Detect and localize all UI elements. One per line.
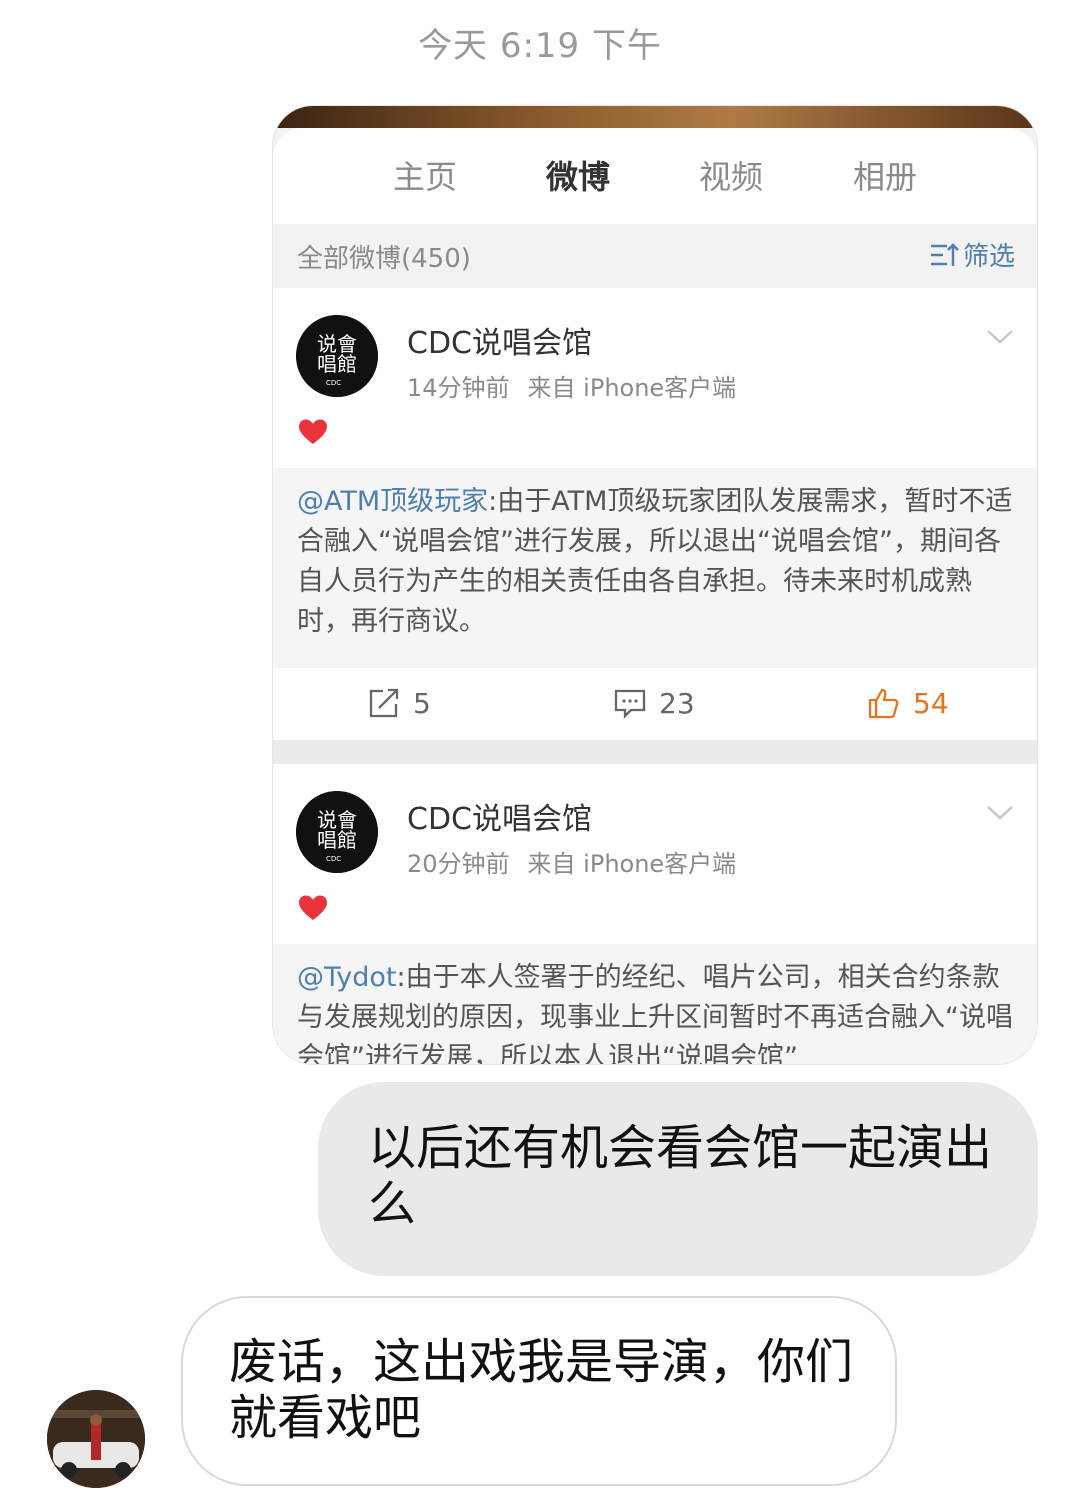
like-button[interactable]: 54 [867,686,949,720]
comment-button[interactable]: 23 [613,686,695,720]
outgoing-message-bubble[interactable]: 以后还有机会看会馆一起演出么 [318,1082,1038,1276]
repost-button[interactable]: 5 [367,686,431,720]
shared-screenshot[interactable]: 主页 微博 视频 相册 全部微博(450) 筛选 说會 唱館 CDC CDC说唱… [273,106,1037,1064]
author-avatar[interactable]: 说會 唱館 CDC [296,315,378,397]
filter-icon [930,242,959,266]
post-source: 来自 iPhone客户端 [527,850,737,878]
comment-icon [614,689,646,719]
heart-icon [299,419,327,444]
filter-bar: 全部微博(450) 筛选 [273,224,1037,288]
post-time: 14分钟前 [407,374,510,402]
logo-icon: 说會 唱館 CDC [296,315,378,397]
heart-icon [299,895,327,920]
post-count: 全部微博(450) [297,244,471,274]
incoming-message-bubble[interactable]: 废话，这出戏我是导演，你们就看戏吧 [181,1296,897,1486]
svg-text:CDC: CDC [326,379,341,387]
thumbs-up-icon [868,688,899,719]
tab-home[interactable]: 主页 [393,152,457,198]
post-actions: 5 23 54 [273,668,1037,740]
svg-text:唱館: 唱館 [317,828,357,852]
mention-link[interactable]: @Tydot [297,962,397,993]
weibo-post[interactable]: 说會 唱館 CDC CDC说唱会馆 14分钟前 来自 iPhone客户端 @ATM… [273,288,1037,740]
repost-content: @Tydot:由于本人签署于的经纪、唱片公司，相关合约条款与发展规划的原因，现事… [273,944,1037,1064]
chevron-down-icon[interactable] [985,322,1015,352]
post-meta: 20分钟前 来自 iPhone客户端 [407,844,736,879]
tab-album[interactable]: 相册 [853,152,917,198]
mention-link[interactable]: @ATM顶级玩家 [297,486,488,517]
comment-count: 23 [659,686,695,720]
post-meta: 14分钟前 来自 iPhone客户端 [407,368,736,403]
chevron-down-icon[interactable] [985,798,1015,828]
avatar-photo-icon [47,1390,145,1488]
repost-content: @ATM顶级玩家:由于ATM顶级玩家团队发展需求，暂时不适合融入“说唱会馆”进行… [273,468,1037,668]
author-avatar[interactable]: 说會 唱館 CDC [296,791,378,873]
filter-button[interactable]: 筛选 [929,236,1015,273]
post-time: 20分钟前 [407,850,510,878]
post-text: :由于本人签署于的经纪、唱片公司，相关合约条款与发展规划的原因，现事业上升区间暂… [297,962,1013,1064]
weibo-post[interactable]: 说會 唱館 CDC CDC说唱会馆 20分钟前 来自 iPhone客户端 @Tyd… [273,764,1037,1064]
tab-weibo[interactable]: 微博 [546,152,610,198]
filter-label: 筛选 [962,242,1015,272]
profile-banner [273,106,1037,128]
post-source: 来自 iPhone客户端 [527,374,737,402]
repost-icon [369,688,399,718]
author-name[interactable]: CDC说唱会馆 [407,318,592,362]
author-name[interactable]: CDC说唱会馆 [407,794,592,838]
like-count: 54 [913,686,949,720]
tab-video[interactable]: 视频 [699,152,763,198]
post-divider [273,740,1037,764]
profile-tabs: 主页 微博 视频 相册 [273,128,1037,231]
svg-text:CDC: CDC [326,855,341,863]
logo-icon: 说會 唱館 CDC [296,791,378,873]
svg-text:唱館: 唱館 [317,352,357,376]
message-timestamp: 今天 6:19 下午 [418,26,662,66]
repost-count: 5 [413,686,431,720]
sender-avatar[interactable] [47,1390,145,1488]
